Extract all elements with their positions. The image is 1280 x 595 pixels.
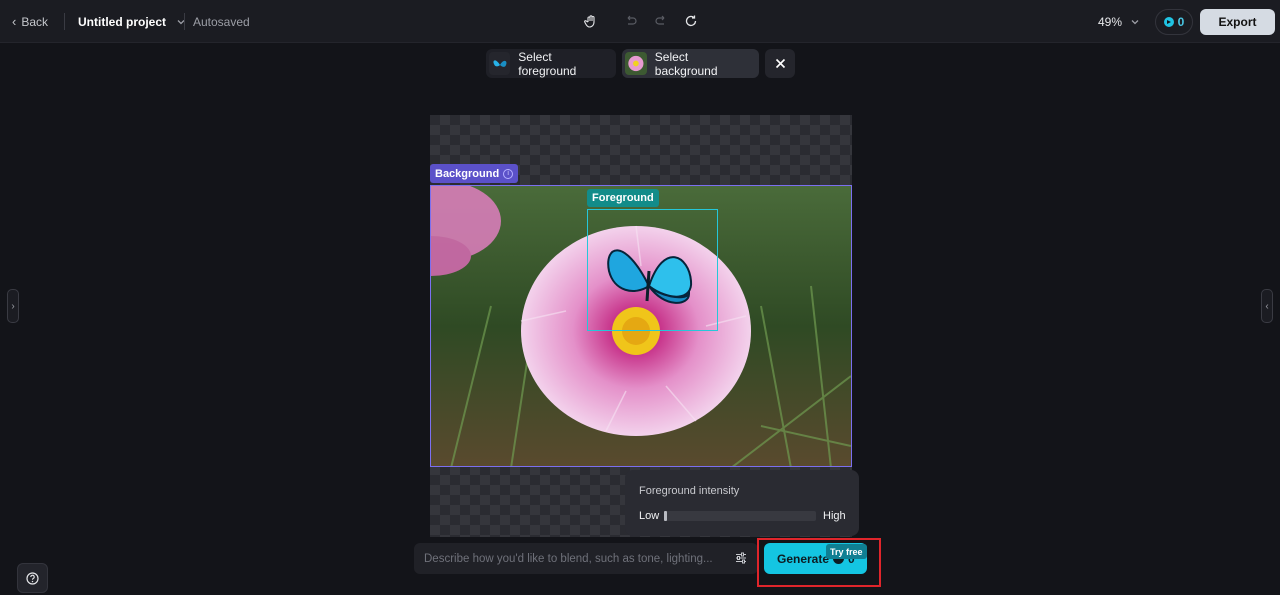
divider [64,13,65,30]
select-background-label: Select background [654,49,718,78]
blend-prompt-input[interactable] [424,552,724,565]
info-icon[interactable]: i [503,168,514,179]
export-button[interactable]: Export [1200,9,1275,35]
intensity-slider[interactable] [664,511,816,521]
intensity-slider-row: Low High [639,509,846,523]
project-name: Untitled project [78,14,167,29]
foreground-intensity-panel: Foreground intensity Low High [625,470,859,536]
zoom-value: 49% [1098,14,1123,29]
divider [184,13,185,30]
close-selection-button[interactable] [765,49,795,78]
left-panel-toggle[interactable]: › [7,289,19,323]
background-tag: Background i [430,164,519,183]
chevron-left-icon: ‹ [1265,300,1269,312]
foreground-tag: Foreground [587,189,659,207]
credits-count: 0 [1177,15,1185,29]
flower-thumbnail [625,52,647,75]
select-foreground-button[interactable]: Select foreground [486,49,616,78]
select-background-button[interactable]: Select background [622,49,759,78]
close-icon [775,58,785,69]
credits-badge[interactable]: 0 [1155,9,1193,35]
low-label: Low [639,510,660,522]
redo-icon[interactable] [652,12,670,30]
chevron-left-icon: ‹ [12,14,17,29]
butterfly-thumbnail [489,52,511,75]
hand-tool-icon[interactable] [582,12,600,30]
refresh-icon[interactable] [682,12,700,30]
help-button[interactable] [17,563,48,593]
credit-coin-icon [1163,17,1174,27]
high-label: High [823,510,846,522]
blend-prompt-field[interactable] [414,543,758,574]
intensity-title: Foreground intensity [639,485,740,497]
back-button[interactable]: ‹ Back [12,0,48,43]
highlight-box [757,538,881,587]
foreground-selection-box[interactable] [587,209,718,331]
background-tag-label: Background [435,167,500,180]
select-foreground-label: Select foreground [518,49,577,78]
project-name-dropdown[interactable]: Untitled project [78,0,186,43]
save-status: Autosaved [193,14,250,29]
chevron-down-icon [1131,19,1139,24]
sliders-settings-icon[interactable] [734,551,748,565]
chevron-right-icon: › [11,300,15,312]
top-bar: ‹ Back Untitled project Autosaved 49% 0 … [0,0,1280,43]
help-icon [26,571,39,585]
zoom-dropdown[interactable]: 49% [1098,0,1140,43]
back-label: Back [21,14,49,29]
slider-thumb[interactable] [664,511,667,521]
right-panel-toggle[interactable]: ‹ [1261,289,1273,323]
undo-icon[interactable] [622,12,640,30]
